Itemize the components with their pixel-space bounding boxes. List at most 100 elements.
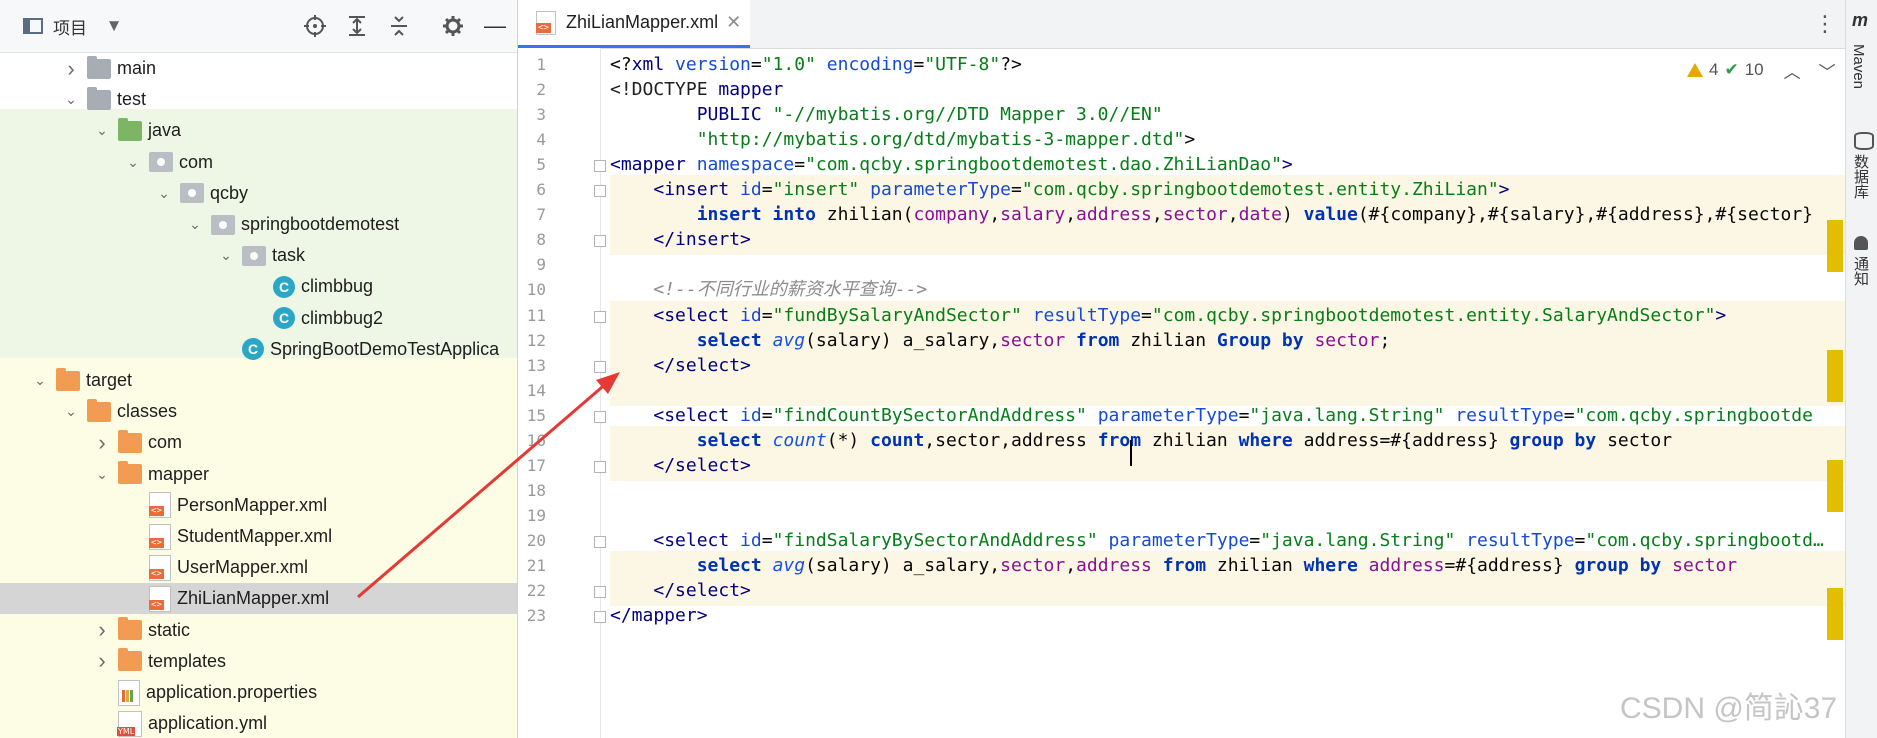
tree-item[interactable]: ⌄ springbootdemotest (0, 209, 517, 240)
scroll-marker[interactable] (1827, 460, 1843, 512)
minimize-icon[interactable]: — (480, 0, 510, 52)
code-line[interactable]: </mapper> (610, 601, 1845, 631)
tree-item[interactable]: ›StudentMapper.xml (0, 521, 517, 552)
tree-item[interactable]: › static (0, 615, 517, 646)
inspections-widget[interactable]: 4 ✔ 10 ︿ ﹀ (1687, 56, 1836, 84)
tree-item[interactable]: ›CSpringBootDemoTestApplica (0, 334, 517, 365)
tree-item-label: ZhiLianMapper.xml (177, 588, 330, 609)
fold-marker-icon[interactable] (594, 460, 606, 473)
folder-grey-icon (87, 86, 111, 110)
database-icon (1854, 132, 1874, 150)
code-area[interactable]: <?xml version="1.0" encoding="UTF-8"?> <!… (610, 48, 1845, 738)
chevron-down-icon[interactable]: ⌄ (32, 372, 48, 389)
chevron-down-icon[interactable]: ⌄ (156, 185, 172, 202)
expand-all-icon[interactable] (342, 0, 372, 52)
chevron-up-icon[interactable]: ︿ (1784, 58, 1801, 83)
project-tree: › main ⌄ test ⌄ java ⌄ com ⌄ qcby ⌄ springbootdemot… (0, 52, 517, 738)
code-token: resultType (1021, 304, 1142, 326)
code-token: </select> (653, 580, 751, 602)
code-token: sector (1000, 555, 1066, 576)
code-token: > (1281, 154, 1293, 176)
fold-marker-icon[interactable] (594, 360, 606, 373)
locate-icon[interactable] (300, 0, 330, 52)
xml-file-icon (149, 523, 171, 550)
tree-item[interactable]: ⌄ qcby (0, 178, 517, 209)
scrollbar-markers[interactable] (1823, 48, 1845, 738)
notifications-tool-button[interactable]: 通知 (1850, 256, 1871, 286)
tree-item-label: SpringBootDemoTestApplica (270, 338, 500, 359)
project-title[interactable]: 项目 (50, 0, 90, 52)
tree-item[interactable]: › com (0, 427, 517, 458)
chevron-right-icon[interactable]: › (94, 617, 110, 643)
tree-item[interactable]: ⌄ java (0, 115, 517, 146)
tree-item-label: springbootdemotest (241, 214, 400, 234)
chevron-down-icon[interactable]: ⌄ (187, 216, 203, 233)
scroll-marker[interactable] (1827, 220, 1843, 272)
code-token: = (1141, 304, 1152, 326)
code-token: "fundBySalaryAndSector" (772, 304, 1022, 326)
tab-zhilianmapper[interactable]: ZhiLianMapper.xml ✕ (518, 0, 750, 48)
code-token: id (729, 529, 762, 551)
code-token: "UTF-8" (924, 54, 1001, 75)
fold-marker-icon[interactable] (594, 535, 606, 548)
maven-tool-button[interactable]: Maven (1850, 44, 1867, 89)
code-token: , (1151, 204, 1163, 226)
fold-marker-icon[interactable] (594, 235, 606, 248)
code-token: </select> (653, 454, 751, 476)
tree-item[interactable]: ›PersonMapper.xml (0, 490, 517, 521)
tree-item[interactable]: ›application.yml (0, 708, 517, 738)
chevron-down-icon[interactable]: ⌄ (94, 122, 110, 139)
code-token: select (696, 429, 773, 451)
maven-logo-icon: m (1852, 10, 1869, 30)
editor-tab-bar: ZhiLianMapper.xml ✕ ⋮ (518, 0, 1845, 49)
tree-item[interactable]: ›ZhiLianMapper.xml (0, 583, 517, 615)
collapse-all-icon[interactable] (384, 0, 414, 52)
gear-icon[interactable] (438, 0, 468, 52)
tree-item[interactable]: ⌄ classes (0, 396, 517, 427)
tree-item[interactable]: ›application.properties (0, 677, 517, 708)
chevron-down-icon[interactable]: ⌄ (125, 154, 141, 171)
code-token: > (1184, 129, 1196, 151)
fold-marker-icon[interactable] (594, 410, 606, 423)
database-tool-button[interactable]: 数据库 (1850, 154, 1871, 199)
tree-item[interactable]: ⌄ test (0, 84, 517, 115)
more-vertical-icon[interactable]: ⋮ (1805, 0, 1845, 48)
fold-marker-icon[interactable] (594, 185, 606, 198)
project-view-icon[interactable] (18, 0, 48, 52)
project-panel: 项目 ▼ — › main ⌄ test ⌄ java ⌄ com ⌄ qcby ⌄ springbo… (0, 0, 518, 738)
fold-marker-icon[interactable] (594, 310, 606, 323)
chevron-down-icon[interactable]: ⌄ (218, 247, 234, 264)
tree-item[interactable]: ⌄ com (0, 147, 517, 178)
code-token: ; (1379, 329, 1391, 351)
chevron-down-icon[interactable]: ⌄ (63, 91, 79, 108)
scroll-marker[interactable] (1827, 350, 1843, 402)
tree-item[interactable]: ⌄ mapper (0, 459, 517, 490)
close-icon[interactable]: ✕ (726, 12, 741, 33)
code-token: avg (772, 329, 806, 351)
code-token: = (913, 54, 925, 75)
chevron-down-icon[interactable]: ⌄ (94, 466, 110, 483)
chevron-down-icon[interactable]: ▼ (104, 0, 124, 52)
chevron-right-icon[interactable]: › (63, 56, 79, 82)
tree-item[interactable]: › main (0, 53, 517, 84)
tree-item[interactable]: › templates (0, 646, 517, 677)
code-token: = (761, 404, 773, 426)
chevron-right-icon[interactable]: › (94, 430, 110, 456)
tree-item[interactable]: ⌄ target (0, 365, 517, 396)
tree-item[interactable]: ⌄ task (0, 240, 517, 271)
chevron-right-icon[interactable]: › (94, 648, 110, 674)
tree-item[interactable]: ›UserMapper.xml (0, 552, 517, 583)
tree-item-label: com (148, 432, 183, 453)
fold-marker-icon[interactable] (594, 611, 606, 624)
tree-item[interactable]: ›Cclimbbug2 (0, 303, 517, 334)
fold-marker-icon[interactable] (594, 160, 606, 173)
fold-marker-icon[interactable] (594, 586, 606, 599)
line-number-gutter: 1 2 3 4 5 6 7 8 9 10 11 12 13 14 15 16 17 18 19 20 21 22 23 (518, 48, 606, 738)
tree-item-label: PersonMapper.xml (177, 494, 328, 515)
scroll-marker[interactable] (1827, 588, 1843, 640)
tree-item[interactable]: ›Cclimbbug (0, 271, 517, 302)
chevron-down-icon[interactable]: ⌄ (63, 403, 79, 420)
